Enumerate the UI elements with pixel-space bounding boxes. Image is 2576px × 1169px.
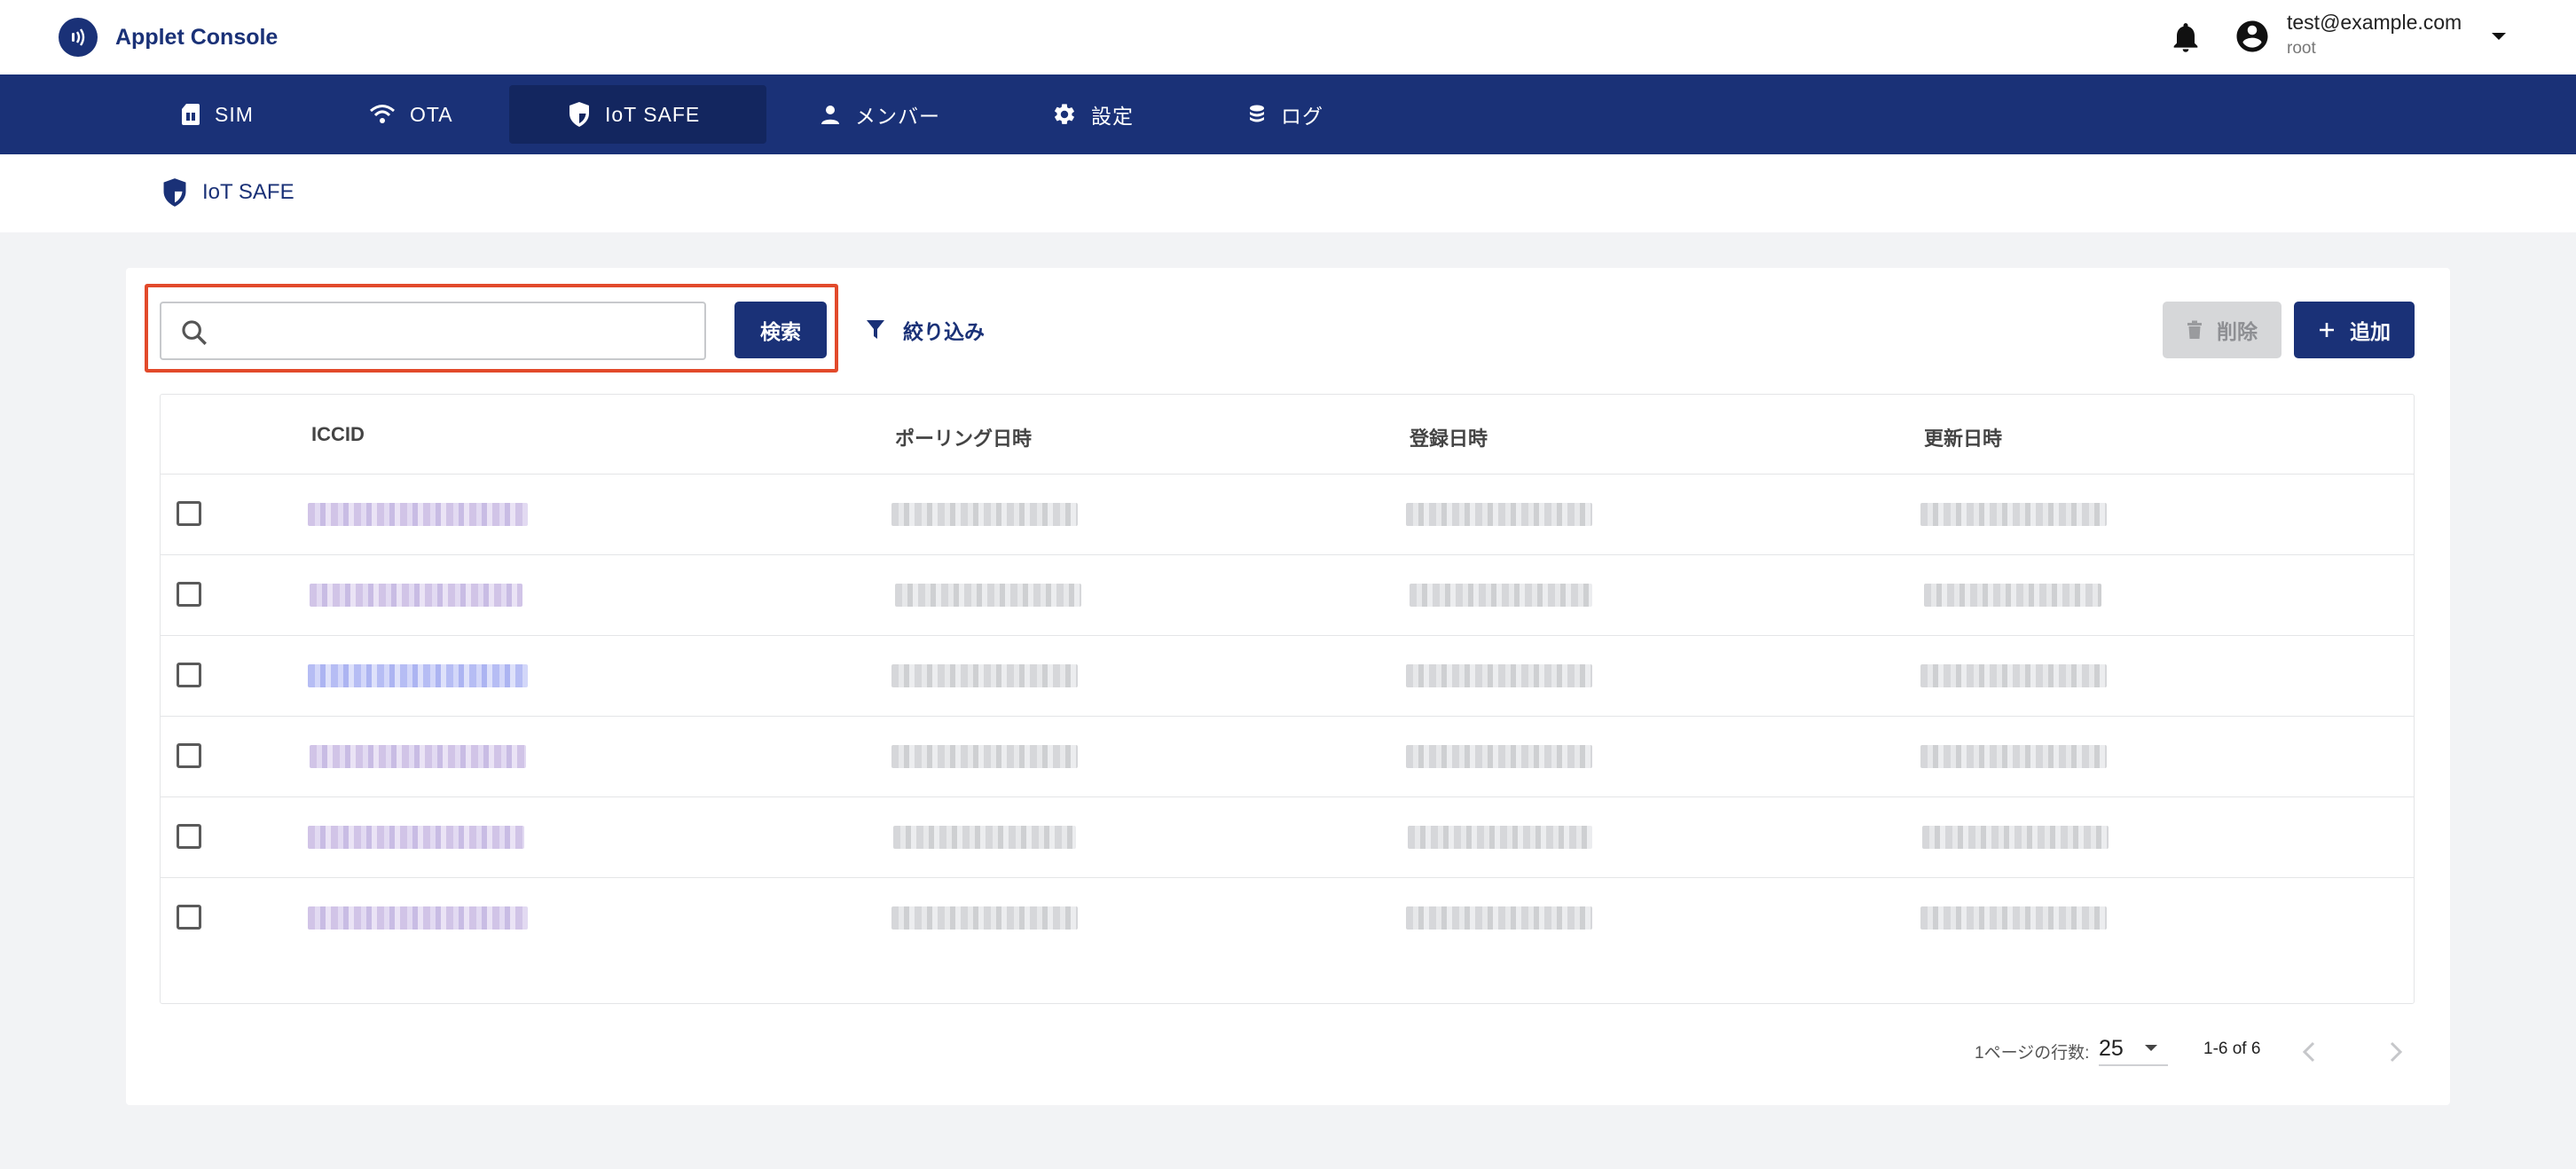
filter-button[interactable]: 絞り込み xyxy=(866,312,985,348)
breadcrumb: IoT SAFE xyxy=(161,177,295,208)
previous-page-icon[interactable] xyxy=(2299,1036,2321,1068)
next-page-icon[interactable] xyxy=(2384,1036,2406,1068)
rows-per-page-value: 25 xyxy=(2099,1036,2124,1061)
iccid-link-redacted[interactable] xyxy=(308,906,528,930)
account-menu-caret-icon[interactable] xyxy=(2489,30,2509,43)
applet-logo-icon xyxy=(59,18,98,57)
updated-datetime-redacted xyxy=(1920,503,2107,526)
nav-item-logs[interactable]: ログ xyxy=(1247,85,1345,144)
column-header-polling-datetime[interactable]: ポーリング日時 xyxy=(895,423,1032,451)
add-label: 追加 xyxy=(2350,320,2391,343)
main-nav: SIM OTA IoT SAFE メンバー 設定 ログ xyxy=(0,75,2576,154)
registered-datetime-redacted xyxy=(1406,503,1592,526)
row-checkbox[interactable] xyxy=(177,663,201,687)
nav-label-iot-safe: IoT SAFE xyxy=(605,102,701,126)
nav-item-iot-safe[interactable]: IoT SAFE xyxy=(509,85,766,144)
nav-item-settings[interactable]: 設定 xyxy=(1052,85,1150,144)
table-row[interactable] xyxy=(161,878,2414,959)
updated-datetime-redacted xyxy=(1920,906,2107,930)
polling-datetime-redacted xyxy=(893,826,1076,849)
wifi-icon xyxy=(370,105,395,123)
search-button[interactable]: 検索 xyxy=(734,302,827,358)
table-row[interactable] xyxy=(161,717,2414,797)
registered-datetime-redacted xyxy=(1406,664,1592,687)
iccid-link-redacted[interactable] xyxy=(308,503,528,526)
nav-label-settings: 設定 xyxy=(1091,105,1134,128)
table-header: ICCID ポーリング日時 登録日時 更新日時 xyxy=(161,395,2414,475)
search-icon xyxy=(182,320,207,345)
account-circle-icon[interactable] xyxy=(2234,18,2271,55)
registered-datetime-redacted xyxy=(1410,584,1592,607)
updated-datetime-redacted xyxy=(1924,584,2101,607)
row-checkbox[interactable] xyxy=(177,501,201,526)
database-icon xyxy=(1250,105,1264,122)
nav-label-sim: SIM xyxy=(215,102,254,126)
column-header-updated-datetime[interactable]: 更新日時 xyxy=(1924,423,2002,451)
iccid-link-redacted[interactable] xyxy=(308,664,528,687)
filter-label: 絞り込み xyxy=(903,320,985,343)
iccid-link-redacted[interactable] xyxy=(310,745,526,768)
shield-icon xyxy=(569,102,589,127)
gear-icon xyxy=(1055,104,1074,124)
rows-per-page-label: 1ページの行数: xyxy=(1975,1044,2090,1063)
polling-datetime-redacted xyxy=(895,584,1081,607)
top-bar: Applet Console test@example.com root xyxy=(0,0,2576,75)
column-header-iccid[interactable]: ICCID xyxy=(311,423,365,446)
registered-datetime-redacted xyxy=(1406,745,1592,768)
add-button[interactable]: 追加 xyxy=(2294,302,2415,358)
updated-datetime-redacted xyxy=(1920,745,2107,768)
account-email[interactable]: test@example.com xyxy=(2287,11,2462,35)
table-row[interactable] xyxy=(161,475,2414,555)
row-checkbox[interactable] xyxy=(177,824,201,849)
registered-datetime-redacted xyxy=(1408,826,1592,849)
app-title: Applet Console xyxy=(115,24,279,50)
nav-item-members[interactable]: メンバー xyxy=(820,85,970,144)
row-checkbox[interactable] xyxy=(177,905,201,930)
polling-datetime-redacted xyxy=(891,906,1078,930)
table-row[interactable] xyxy=(161,797,2414,878)
breadcrumb-shield-icon xyxy=(163,178,186,207)
sim-card-icon xyxy=(182,104,200,125)
nav-label-logs: ログ xyxy=(1281,105,1323,128)
iccid-link-redacted[interactable] xyxy=(310,584,522,607)
registered-datetime-redacted xyxy=(1406,906,1592,930)
search-input[interactable] xyxy=(224,310,694,351)
rows-per-page-select[interactable]: 25 xyxy=(2099,1029,2168,1066)
notification-bell-icon[interactable] xyxy=(2168,20,2203,55)
brand[interactable]: Applet Console xyxy=(59,18,278,57)
plus-icon xyxy=(2320,323,2334,337)
table-row[interactable] xyxy=(161,636,2414,717)
iot-safe-table: ICCID ポーリング日時 登録日時 更新日時 xyxy=(160,394,2415,1004)
nav-item-ota[interactable]: OTA xyxy=(369,85,484,144)
nav-item-sim[interactable]: SIM xyxy=(181,85,287,144)
nav-label-ota: OTA xyxy=(410,102,453,126)
iccid-link-redacted[interactable] xyxy=(308,826,524,849)
filter-funnel-icon xyxy=(867,320,884,339)
column-header-registered-datetime[interactable]: 登録日時 xyxy=(1410,423,1488,451)
breadcrumb-bar: IoT SAFE xyxy=(0,154,2576,232)
trash-icon xyxy=(2187,320,2202,339)
polling-datetime-redacted xyxy=(891,745,1078,768)
pagination-range: 1-6 of 6 xyxy=(2203,1040,2261,1058)
delete-button[interactable]: 削除 xyxy=(2163,302,2281,358)
search-field[interactable] xyxy=(160,302,706,360)
updated-datetime-redacted xyxy=(1920,664,2107,687)
delete-label: 削除 xyxy=(2217,320,2258,343)
page-title: IoT SAFE xyxy=(202,180,295,204)
nav-label-members: メンバー xyxy=(855,105,940,128)
table-row[interactable] xyxy=(161,555,2414,636)
polling-datetime-redacted xyxy=(891,664,1078,687)
polling-datetime-redacted xyxy=(891,503,1078,526)
person-icon xyxy=(821,106,839,124)
row-checkbox[interactable] xyxy=(177,743,201,768)
updated-datetime-redacted xyxy=(1922,826,2109,849)
account-role: root xyxy=(2287,39,2316,58)
chevron-down-icon xyxy=(2145,1045,2157,1051)
row-checkbox[interactable] xyxy=(177,582,201,607)
